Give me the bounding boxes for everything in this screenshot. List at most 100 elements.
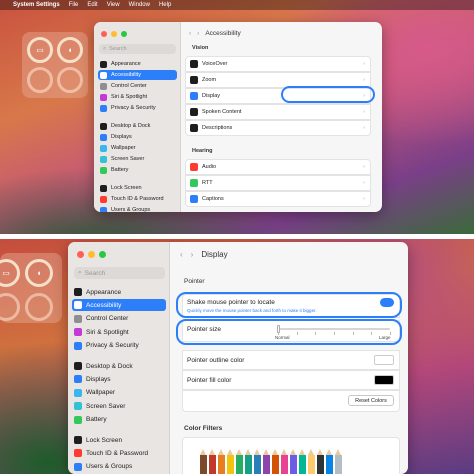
mouse-icon: ◖: [67, 45, 73, 55]
search-input[interactable]: ⌕ Search: [99, 44, 176, 54]
sidebar-item-wallpaper[interactable]: Wallpaper: [72, 387, 166, 399]
battery-ring-mouse: ◖: [57, 37, 83, 63]
pencil: [308, 449, 315, 474]
sidebar-item-battery[interactable]: Battery: [72, 414, 166, 426]
chevron-right-icon: ›: [363, 109, 365, 115]
fill-color-label: Pointer fill color: [187, 376, 232, 384]
sidebar-item-label: Battery: [86, 416, 107, 424]
sidebar-item-label: Touch ID & Password: [86, 449, 149, 457]
sidebar-item-label: Lock Screen: [111, 185, 142, 191]
reset-colors-button[interactable]: Reset Colors: [348, 395, 394, 406]
sidebar-item-label: Screen Saver: [111, 156, 145, 162]
sidebar-item-users-groups[interactable]: Users & Groups: [72, 461, 166, 473]
sidebar-item-lock-screen[interactable]: Lock Screen: [72, 434, 166, 446]
chevron-right-icon: ›: [363, 125, 365, 131]
row-captions[interactable]: Captions ›: [185, 191, 371, 207]
sidebar-item-appearance[interactable]: Appearance: [72, 286, 166, 298]
sidebar-item-control-center[interactable]: Control Center: [98, 81, 177, 91]
highlight-shake-pointer: [176, 292, 402, 318]
sidebar-item-wallpaper[interactable]: Wallpaper: [98, 143, 177, 153]
sidebar-item-siri-spotlight[interactable]: Siri & Spotlight: [98, 92, 177, 102]
row-icon: [190, 163, 198, 171]
sidebar-item-touch-id-password[interactable]: Touch ID & Password: [98, 194, 177, 204]
minimize-button[interactable]: [88, 251, 95, 258]
menu-app-name[interactable]: System Settings: [13, 2, 60, 8]
pencil: [218, 449, 225, 474]
page-title: Accessibility: [205, 29, 241, 37]
zoom-button[interactable]: [121, 31, 127, 37]
pencil: [245, 449, 252, 474]
sidebar-item-screen-saver[interactable]: Screen Saver: [98, 154, 177, 164]
chevron-right-icon: ›: [363, 180, 365, 186]
zoom-button[interactable]: [99, 251, 106, 258]
battery-ring-empty: [57, 67, 83, 93]
close-button[interactable]: [101, 31, 107, 37]
menu-view[interactable]: View: [107, 2, 120, 8]
minimize-button[interactable]: [111, 31, 117, 37]
pencil: [290, 449, 297, 474]
outline-color-well[interactable]: [374, 355, 394, 365]
search-input[interactable]: ⌕ Search: [74, 267, 165, 279]
screenshot-accessibility: System Settings File Edit View Window He…: [0, 0, 474, 234]
sidebar-item-label: Desktop & Dock: [111, 123, 151, 129]
sidebar-item-label: Appearance: [86, 288, 122, 296]
sidebar-item-displays[interactable]: Displays: [98, 132, 177, 142]
sidebar-item-privacy-security[interactable]: Privacy & Security: [72, 340, 166, 352]
sidebar-icon: [74, 314, 82, 323]
menu-edit[interactable]: Edit: [87, 2, 97, 8]
sidebar-item-label: Accessibility: [111, 72, 141, 78]
row-icon: [190, 92, 198, 100]
back-chevron-icon[interactable]: ‹: [180, 250, 183, 259]
sidebar-item-touch-id-password[interactable]: Touch ID & Password: [72, 447, 166, 459]
sidebar-item-users-groups[interactable]: Users & Groups: [98, 205, 177, 212]
sidebar-item-lock-screen[interactable]: Lock Screen: [98, 183, 177, 193]
forward-chevron-icon[interactable]: ›: [197, 30, 199, 37]
sidebar-item-battery[interactable]: Battery: [98, 165, 177, 175]
sidebar-icon: [100, 166, 107, 174]
battery-widget[interactable]: ▭ ◖: [0, 253, 62, 323]
sidebar-item-label: Screen Saver: [86, 402, 126, 410]
battery-widget[interactable]: ▭ ◖: [22, 32, 88, 98]
sidebar-icon: [100, 104, 107, 112]
pencil: [326, 449, 333, 474]
row-audio[interactable]: Audio ›: [185, 159, 371, 175]
sidebar-item-label: Touch ID & Password: [111, 196, 164, 202]
sidebar-item-accessibility[interactable]: Accessibility: [72, 299, 166, 312]
sidebar-item-accessibility[interactable]: Accessibility: [98, 70, 177, 80]
sidebar-item-privacy-security[interactable]: Privacy & Security: [98, 103, 177, 113]
screenshot-display: ▭ ◖ ⌕ Search Appearance Accessibility Cont…: [0, 239, 474, 474]
sidebar-item-desktop-dock[interactable]: Desktop & Dock: [72, 360, 166, 372]
sidebar-item-siri-spotlight[interactable]: Siri & Spotlight: [72, 326, 166, 338]
forward-chevron-icon[interactable]: ›: [191, 250, 194, 259]
sidebar-item-screen-saver[interactable]: Screen Saver: [72, 400, 166, 412]
row-voiceover[interactable]: VoiceOver ›: [185, 56, 371, 72]
search-placeholder: Search: [109, 46, 127, 52]
sidebar-icon: [74, 288, 82, 296]
row-rtt[interactable]: RTT ›: [185, 175, 371, 191]
sidebar-item-label: Wallpaper: [86, 389, 116, 397]
menu-bar: System Settings File Edit View Window He…: [0, 0, 474, 10]
sidebar-item-control-center[interactable]: Control Center: [72, 313, 166, 325]
toolbar: ‹ › Display: [170, 242, 408, 266]
sidebar-item-label: Siri & Spotlight: [86, 328, 129, 336]
sidebar-item-displays[interactable]: Displays: [72, 373, 166, 385]
row-descriptions[interactable]: Descriptions ›: [185, 120, 371, 136]
sidebar-icon: [100, 82, 107, 90]
sidebar-icon: [74, 436, 82, 444]
fill-color-well[interactable]: [374, 375, 394, 385]
pencil: [227, 449, 234, 474]
outline-color-label: Pointer outline color: [187, 356, 245, 364]
row-spoken-content[interactable]: Spoken Content ›: [185, 104, 371, 120]
chevron-right-icon: ›: [363, 164, 365, 170]
menu-window[interactable]: Window: [129, 2, 150, 8]
sidebar-item-desktop-dock[interactable]: Desktop & Dock: [98, 121, 177, 131]
sidebar-item-appearance[interactable]: Appearance: [98, 59, 177, 69]
row-label: Descriptions: [202, 125, 233, 131]
menu-file[interactable]: File: [69, 2, 79, 8]
back-chevron-icon[interactable]: ‹: [189, 30, 191, 37]
chevron-right-icon: ›: [363, 61, 365, 67]
menu-help[interactable]: Help: [159, 2, 171, 8]
close-button[interactable]: [77, 251, 84, 258]
pencil: [263, 449, 270, 474]
sidebar-item-label: Privacy & Security: [86, 342, 139, 350]
